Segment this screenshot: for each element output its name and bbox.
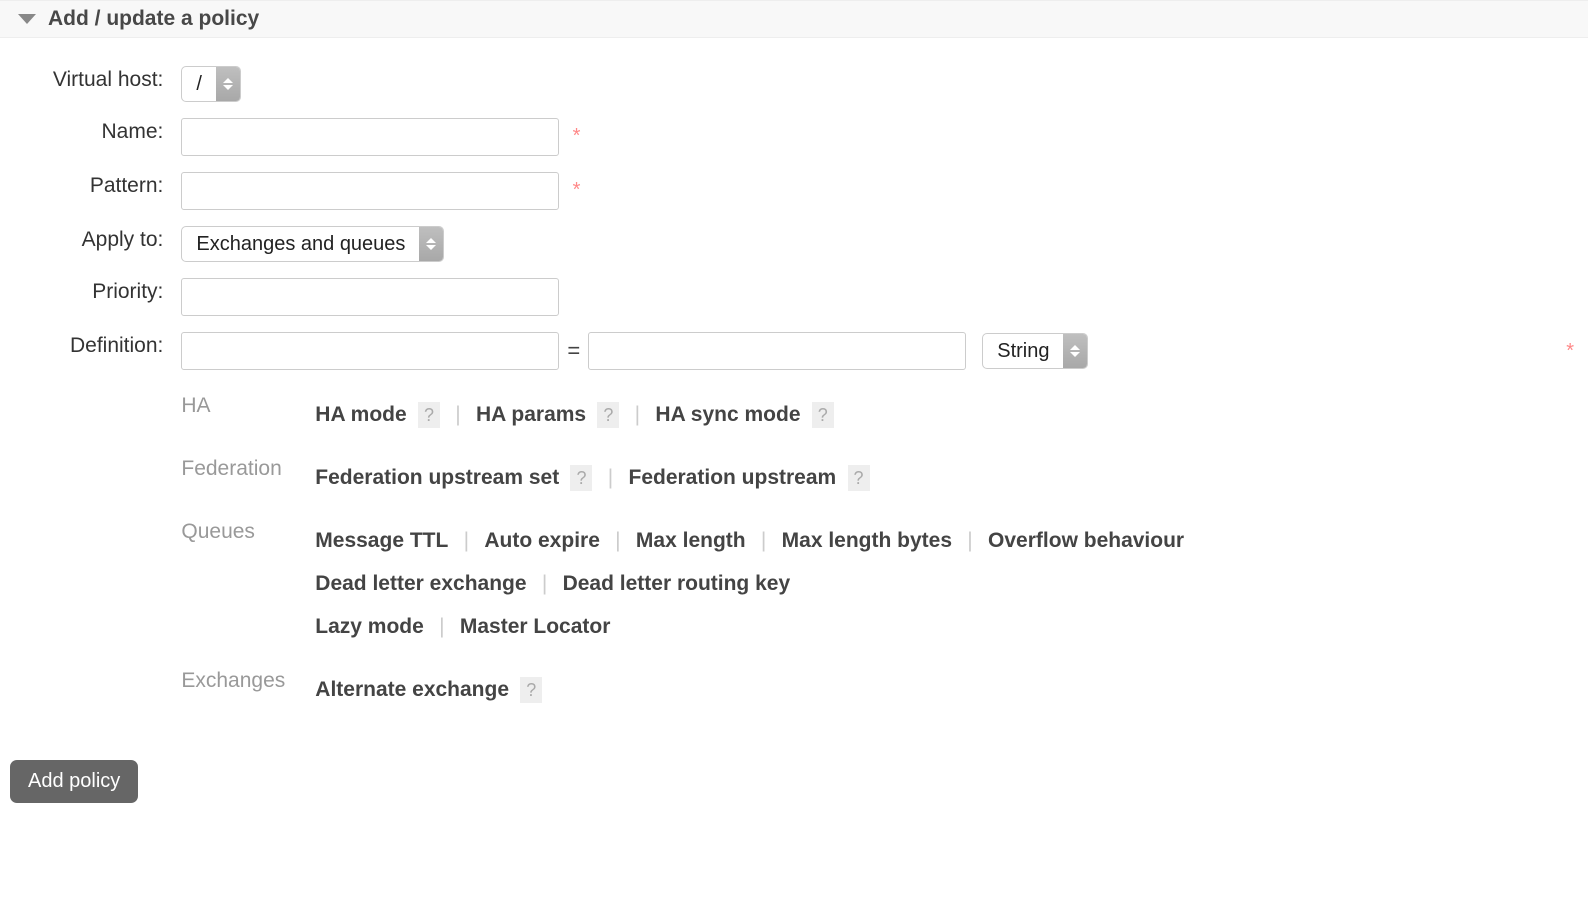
shortcut-ha-params[interactable]: HA params [476,394,586,436]
policy-form: Virtual host: / Name: * [0,38,1588,833]
definition-key-input[interactable] [181,332,559,370]
shortcut-max-length[interactable]: Max length [636,520,746,562]
shortcut-dlx[interactable]: Dead letter exchange [315,563,526,605]
required-marker: * [573,179,581,201]
select-stepper-icon [216,67,240,101]
label-vhost: Virtual host: [10,58,177,110]
select-stepper-icon [1063,334,1087,368]
shortcut-category-federation: Federation [181,447,315,510]
shortcut-fed-upstream-set[interactable]: Federation upstream set [315,457,559,499]
apply-to-selected: Exchanges and queues [182,227,419,261]
help-icon[interactable]: ? [812,402,834,428]
shortcut-category-queues: Queues [181,510,315,659]
apply-to-select[interactable]: Exchanges and queues [181,226,444,262]
vhost-selected: / [182,67,216,101]
shortcut-ha-sync-mode[interactable]: HA sync mode [655,394,800,436]
help-icon[interactable]: ? [570,465,592,491]
shortcut-lazy-mode[interactable]: Lazy mode [315,606,424,648]
pattern-input[interactable] [181,172,559,210]
definition-type-selected: String [983,334,1063,368]
label-definition: Definition: [10,324,177,730]
shortcut-category-exchanges: Exchanges [181,659,315,722]
required-marker: * [1566,340,1574,363]
help-icon[interactable]: ? [418,402,440,428]
collapse-icon [18,14,36,24]
select-stepper-icon [419,227,443,261]
label-priority: Priority: [10,270,177,324]
label-apply-to: Apply to: [10,218,177,270]
add-policy-button[interactable]: Add policy [10,760,138,803]
section-title: Add / update a policy [48,7,259,31]
help-icon[interactable]: ? [848,465,870,491]
section-header[interactable]: Add / update a policy [0,0,1588,38]
shortcut-category-ha: HA [181,384,315,447]
priority-input[interactable] [181,278,559,316]
label-pattern: Pattern: [10,164,177,218]
shortcut-auto-expire[interactable]: Auto expire [484,520,600,562]
shortcut-alternate-exchange[interactable]: Alternate exchange [315,669,509,711]
name-input[interactable] [181,118,559,156]
shortcut-ha-mode[interactable]: HA mode [315,394,406,436]
definition-type-select[interactable]: String [982,333,1088,369]
shortcut-message-ttl[interactable]: Message TTL [315,520,448,562]
label-name: Name: [10,110,177,164]
vhost-select[interactable]: / [181,66,241,102]
shortcut-max-length-bytes[interactable]: Max length bytes [782,520,952,562]
shortcut-overflow-behaviour[interactable]: Overflow behaviour [988,520,1184,562]
shortcut-dlrk[interactable]: Dead letter routing key [563,563,791,605]
shortcut-fed-upstream[interactable]: Federation upstream [629,457,837,499]
help-icon[interactable]: ? [597,402,619,428]
shortcut-master-locator[interactable]: Master Locator [460,606,611,648]
equals-sign: = [559,338,588,364]
help-icon[interactable]: ? [520,677,542,703]
required-marker: * [573,125,581,147]
definition-value-input[interactable] [588,332,966,370]
